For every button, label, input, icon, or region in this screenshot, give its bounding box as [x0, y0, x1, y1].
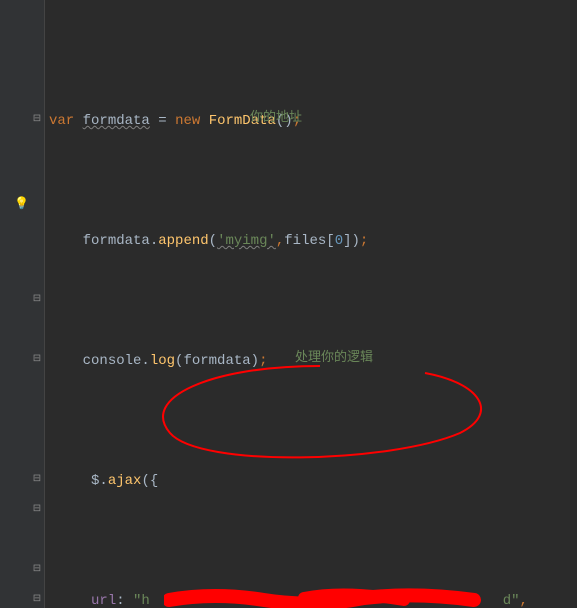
annotation-address: 你的地址 [250, 102, 302, 132]
method-ajax: ajax [108, 473, 142, 489]
code-line: $.ajax({ [49, 466, 577, 496]
keyword-var: var [49, 113, 74, 129]
var-formdata: formdata [83, 113, 150, 129]
fold-marker[interactable]: ⊟ [32, 355, 42, 365]
code-editor: ⊟ 💡 ⊟ ⊟ ⊟ ⊟ ⊟ ⊟ var formdata = new FormD… [0, 0, 577, 608]
code-line: formdata.append('myimg',files[0]); [49, 226, 577, 256]
keyword-new: new [175, 113, 200, 129]
prop-url: url [83, 593, 117, 608]
annotation-logic: 处理你的逻辑 [295, 342, 373, 372]
fold-marker[interactable]: ⊟ [32, 595, 42, 605]
fold-marker[interactable]: ⊟ [32, 565, 42, 575]
fold-marker[interactable]: ⊟ [32, 295, 42, 305]
fold-marker[interactable]: ⊟ [32, 505, 42, 515]
fold-marker[interactable]: ⊟ [32, 475, 42, 485]
method-log: log [150, 353, 175, 369]
method-append: append [158, 233, 208, 249]
gutter: ⊟ 💡 ⊟ ⊟ ⊟ ⊟ ⊟ ⊟ [0, 0, 45, 608]
code-line: url: "h d", [49, 586, 577, 608]
code-area[interactable]: var formdata = new FormData(); formdata.… [45, 0, 577, 608]
fold-marker[interactable]: ⊟ [32, 115, 42, 125]
lightbulb-icon[interactable]: 💡 [14, 196, 28, 210]
code-line: var formdata = new FormData(); [49, 106, 577, 136]
